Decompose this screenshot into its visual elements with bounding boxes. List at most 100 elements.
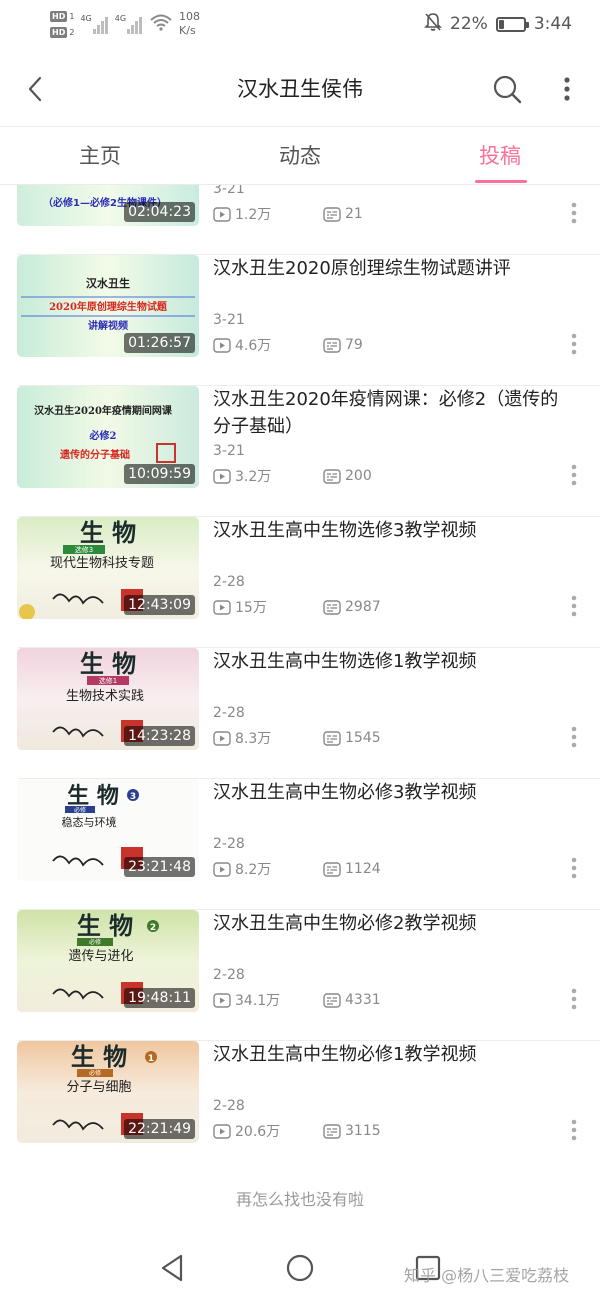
item-more-button[interactable] — [563, 591, 585, 621]
item-more-button[interactable] — [563, 329, 585, 359]
video-title[interactable]: 汉水丑生高中生物选修3教学视频 — [213, 517, 575, 544]
signal-1-icon: 4G — [80, 14, 108, 34]
list-item[interactable]: 生 物 选修3 现代生物科技专题 12:43:09 汉水丑生高中生物选修3教学视… — [0, 517, 600, 648]
play-count-value: 34.1万 — [235, 993, 281, 1009]
status-right: 22% 3:44 — [424, 0, 572, 48]
thumb-caption: 生 物 — [80, 518, 136, 547]
nav-back-button[interactable] — [152, 1250, 192, 1286]
video-thumbnail[interactable]: 生 物 3 必修 稳态与环境 23:21:48 — [17, 779, 199, 881]
thumb-caption: 生物技术实践 — [66, 689, 144, 704]
play-count-value: 8.3万 — [235, 731, 272, 747]
signal-1-gen: 4G — [80, 14, 92, 23]
danmaku-count-value: 4331 — [345, 992, 381, 1008]
tab-home[interactable]: 主页 — [40, 128, 160, 184]
more-vertical-icon — [564, 77, 570, 101]
list-item[interactable]: 汉水丑生 2020年原创理综生物试题 讲解视频 01:26:57 汉水丑生202… — [0, 255, 600, 386]
list-item[interactable]: 生 物 2 必修 遗传与进化 19:48:11 汉水丑生高中生物必修2教学视频 … — [0, 910, 600, 1041]
thumb-caption: 必修2 — [89, 429, 117, 442]
danmaku-count: 79 — [323, 335, 363, 355]
tab-submissions[interactable]: 投稿 — [440, 128, 560, 184]
play-count: 34.1万 — [213, 990, 280, 1010]
video-title[interactable]: 汉水丑生2020原创理综生物试题讲评 — [213, 255, 575, 282]
thumb-caption: 稳态与环境 — [62, 815, 117, 829]
sim1-number: 1 — [69, 11, 75, 21]
thumb-caption: 2020年原创理综生物试题 — [49, 300, 168, 313]
list-item[interactable]: 生 物 1 必修 分子与细胞 22:21:49 汉水丑生高中生物必修1教学视频 … — [0, 1041, 600, 1172]
wifi-icon — [149, 13, 173, 35]
play-count-value: 15万 — [235, 600, 267, 616]
thumb-caption: 分子与细胞 — [66, 1080, 131, 1095]
thumb-caption: 生 物 — [71, 1042, 127, 1071]
danmaku-icon — [323, 992, 341, 1008]
sim2-hd-badge: HD — [50, 26, 68, 38]
play-count: 15万 — [213, 597, 267, 617]
nav-home-button[interactable] — [280, 1250, 320, 1286]
tab-dynamics[interactable]: 动态 — [240, 128, 360, 184]
danmaku-count-value: 1545 — [345, 730, 381, 746]
video-duration: 14:23:28 — [124, 726, 195, 746]
video-date: 2-28 — [213, 836, 245, 852]
video-title[interactable]: 汉水丑生高中生物必修2教学视频 — [213, 910, 575, 937]
sim1-hd-badge: HD — [50, 10, 68, 22]
play-count-value: 3.2万 — [235, 469, 272, 485]
play-count: 4.6万 — [213, 335, 271, 355]
video-thumbnail[interactable]: 汉水丑生 2020年原创理综生物试题 讲解视频 01:26:57 — [17, 255, 199, 357]
thumb-caption: 生 物 — [80, 649, 136, 678]
tab-bar: 主页 动态 投稿 — [0, 128, 600, 184]
danmaku-count: 3115 — [323, 1121, 381, 1141]
play-count: 8.2万 — [213, 859, 271, 879]
thumb-caption: 选修3 — [75, 545, 93, 554]
more-options-button[interactable] — [552, 70, 582, 108]
video-date: 2-28 — [213, 574, 245, 590]
video-thumbnail[interactable]: 生 物 1 必修 分子与细胞 22:21:49 — [17, 1041, 199, 1143]
video-thumbnail[interactable]: 生 物 选修3 现代生物科技专题 12:43:09 — [17, 517, 199, 619]
triangle-back-icon — [161, 1254, 183, 1282]
play-count-value: 1.2万 — [235, 207, 272, 223]
danmaku-count: 21 — [323, 204, 363, 224]
danmaku-icon — [323, 730, 341, 746]
video-title[interactable]: 汉水丑生高中生物必修3教学视频 — [213, 779, 575, 806]
item-more-button[interactable] — [563, 1115, 585, 1145]
video-title[interactable]: 汉水丑生高中生物选修1教学视频 — [213, 648, 575, 675]
play-count: 8.3万 — [213, 728, 271, 748]
list-item[interactable]: 生 物 选修1 生物技术实践 14:23:28 汉水丑生高中生物选修1教学视频 … — [0, 648, 600, 779]
more-vertical-icon — [571, 595, 577, 617]
video-title[interactable]: 汉水丑生2020年疫情网课：必修2（遗传的分子基础） — [213, 386, 575, 440]
video-thumbnail[interactable]: 生 物 2 必修 遗传与进化 19:48:11 — [17, 910, 199, 1012]
list-item[interactable]: 汉水丑生2020年疫情期间网课 必修2 遗传的分子基础 10:09:59 汉水丑… — [0, 386, 600, 517]
video-thumbnail[interactable]: 汉水丑生2020年疫情期间网课 必修2 遗传的分子基础 10:09:59 — [17, 386, 199, 488]
video-thumbnail[interactable]: （必修1—必修2生物课件） 02:04:23 — [17, 185, 199, 226]
search-icon — [493, 75, 522, 104]
danmaku-icon — [323, 337, 341, 353]
more-vertical-icon — [571, 988, 577, 1010]
video-thumbnail[interactable]: 生 物 选修1 生物技术实践 14:23:28 — [17, 648, 199, 750]
status-bar: HD 1 HD 2 4G 4G 108 K/s 22% 3:44 — [0, 0, 600, 48]
danmaku-count-value: 1124 — [345, 861, 381, 877]
video-title[interactable]: 汉水丑生高中生物必修1教学视频 — [213, 1041, 575, 1068]
item-more-button[interactable] — [563, 853, 585, 883]
danmaku-count-value: 21 — [345, 206, 363, 222]
mute-bell-icon — [424, 12, 442, 37]
battery-percent: 22% — [450, 14, 488, 34]
network-speed-unit: K/s — [179, 24, 196, 37]
video-date: 3-21 — [213, 312, 245, 328]
sim2-number: 2 — [69, 27, 75, 37]
list-item[interactable]: 生 物 3 必修 稳态与环境 23:21:48 汉水丑生高中生物必修3教学视频 … — [0, 779, 600, 910]
item-more-button[interactable] — [563, 460, 585, 490]
item-more-button[interactable] — [563, 722, 585, 752]
thumb-caption: 汉水丑生2020年疫情期间网课 — [34, 404, 173, 417]
danmaku-count-value: 2987 — [345, 599, 381, 615]
more-vertical-icon — [571, 464, 577, 486]
video-duration: 23:21:48 — [124, 857, 195, 877]
danmaku-count-value: 200 — [345, 468, 372, 484]
search-button[interactable] — [488, 70, 526, 108]
item-more-button[interactable] — [563, 198, 585, 228]
item-more-button[interactable] — [563, 984, 585, 1014]
thumb-caption: 讲解视频 — [88, 319, 128, 332]
danmaku-icon — [323, 1123, 341, 1139]
video-list: （必修1—必修2生物课件） 02:04:23 3-21 1.2万 21 汉水丑生… — [0, 185, 600, 1230]
signal-2-icon: 4G — [115, 14, 143, 34]
status-left: HD 1 HD 2 4G 4G 108 K/s — [50, 6, 200, 42]
play-icon — [213, 730, 231, 746]
list-item[interactable]: （必修1—必修2生物课件） 02:04:23 3-21 1.2万 21 — [0, 185, 600, 255]
